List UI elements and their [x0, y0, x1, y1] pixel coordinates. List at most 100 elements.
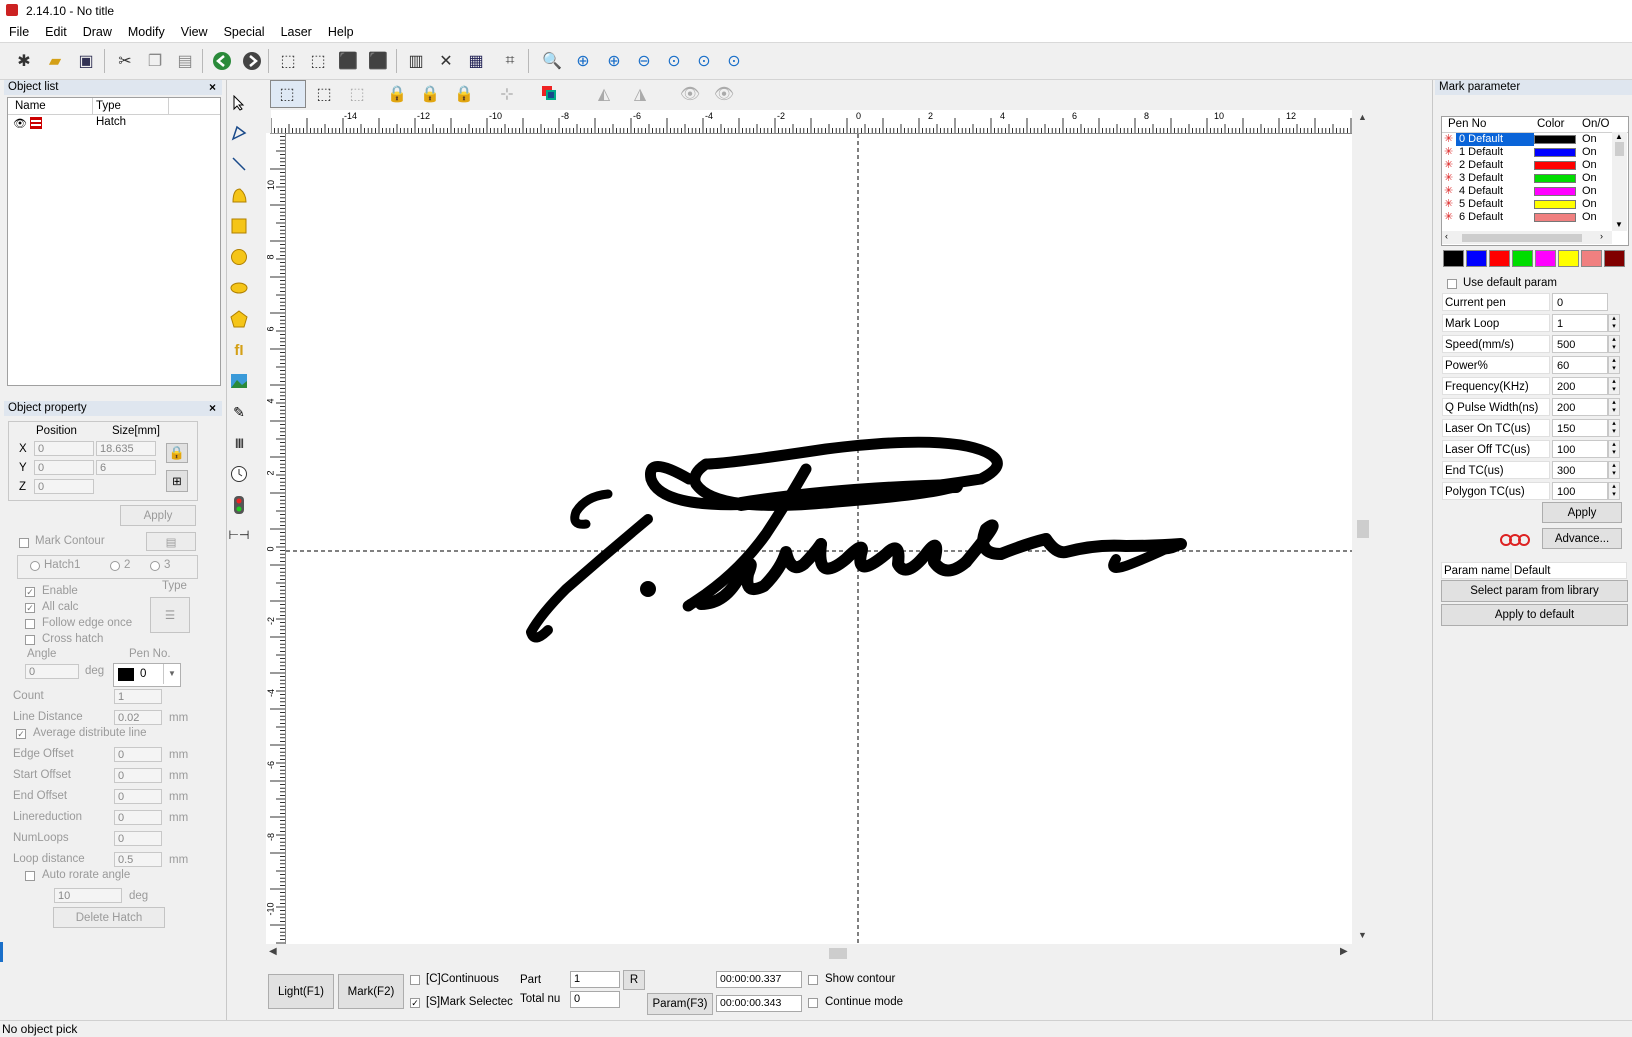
follow-edge-checkbox[interactable]	[25, 619, 35, 629]
use-default-param-checkbox[interactable]	[1447, 279, 1457, 289]
line-distance-field[interactable]: 0.02	[114, 710, 162, 725]
palette-color-swatch[interactable]	[1512, 250, 1533, 267]
lock-all-icon[interactable]: 🔒	[452, 82, 476, 106]
select-all-icon[interactable]: ⬛	[336, 49, 360, 73]
select-invert-icon[interactable]: ⬛	[366, 49, 390, 73]
lock-icon[interactable]: 🔒	[166, 443, 188, 463]
reset-part-button[interactable]: R	[623, 970, 645, 990]
curve-tool-icon[interactable]	[228, 184, 250, 206]
zoom-all-icon[interactable]: ⊙	[722, 49, 746, 73]
pen-row[interactable]: ✳ 0 Default On	[1442, 133, 1612, 146]
line-tool-icon[interactable]	[228, 153, 250, 175]
pen-row[interactable]: ✳ 1 Default On	[1442, 146, 1612, 159]
continue-mode-checkbox[interactable]	[808, 998, 818, 1008]
apply-param-button[interactable]: Apply	[1542, 502, 1622, 523]
horizontal-scrollbar[interactable]: ◀ ▶	[266, 945, 1354, 961]
continuous-checkbox[interactable]	[410, 975, 420, 985]
scroll-down-icon[interactable]: ▼	[1615, 220, 1623, 229]
select-nodes-icon[interactable]: ⬚	[312, 82, 336, 106]
palette-color-swatch[interactable]	[1581, 250, 1602, 267]
polygon-tool-icon[interactable]	[228, 308, 250, 330]
z-position-field[interactable]: 0	[34, 479, 94, 494]
open-icon[interactable]: ▰	[43, 49, 67, 73]
palette-color-swatch[interactable]	[1443, 250, 1464, 267]
edge-offset-field[interactable]: 0	[114, 747, 162, 762]
palette-color-swatch[interactable]	[1489, 250, 1510, 267]
pen-row[interactable]: ✳ 4 Default On	[1442, 185, 1612, 198]
spin-icon[interactable]: ▴ ▾	[1608, 398, 1620, 416]
menu-file[interactable]: File	[0, 22, 36, 39]
close-icon[interactable]: ×	[209, 401, 216, 416]
zoom-icon[interactable]: 🔍	[540, 49, 564, 73]
loop-distance-field[interactable]: 0.5	[114, 852, 162, 867]
scroll-up-icon[interactable]: ▲	[1358, 112, 1367, 122]
grid-icon[interactable]: ▦	[464, 49, 488, 73]
linereduction-field[interactable]: 0	[114, 810, 162, 825]
apply-to-default-button[interactable]: Apply to default	[1441, 604, 1628, 626]
show-contour-checkbox[interactable]	[808, 975, 818, 985]
param-button[interactable]: Param(F3)	[647, 993, 713, 1015]
menu-draw[interactable]: Draw	[74, 22, 119, 39]
menu-modify[interactable]: Modify	[119, 22, 172, 39]
origin-icon[interactable]: ⊹	[495, 82, 519, 106]
count-field[interactable]: 1	[114, 689, 162, 704]
drawing-canvas[interactable]	[286, 134, 1352, 944]
pen-color-icon[interactable]	[538, 82, 562, 106]
hatch3-radio[interactable]	[150, 561, 160, 571]
param-value-field[interactable]: 500	[1552, 335, 1608, 353]
pen-list-vscrollbar[interactable]: ▲ ▼	[1612, 132, 1627, 231]
select-param-button[interactable]: Select param from library	[1441, 580, 1628, 602]
advance-button[interactable]: Advance...	[1542, 528, 1622, 549]
copy-icon[interactable]: ❐	[143, 49, 167, 73]
spin-icon[interactable]: ▴ ▾	[1608, 419, 1620, 437]
hatch-icon[interactable]: ▥	[404, 49, 428, 73]
zoom-in-icon[interactable]: ⊕	[571, 49, 595, 73]
scroll-down-icon[interactable]: ▼	[1358, 930, 1367, 940]
palette-color-swatch[interactable]	[1604, 250, 1625, 267]
spin-icon[interactable]: ▴ ▾	[1608, 335, 1620, 353]
hatch2-radio[interactable]	[110, 561, 120, 571]
paste-icon[interactable]: ▤	[173, 49, 197, 73]
forward-icon[interactable]	[240, 49, 264, 73]
start-offset-field[interactable]: 0	[114, 768, 162, 783]
mirror-horizontal-icon[interactable]: ◭	[592, 82, 616, 106]
cut-icon[interactable]: ✂	[113, 49, 137, 73]
param-value-field[interactable]: 60	[1552, 356, 1608, 374]
clock-icon[interactable]	[228, 463, 250, 485]
scroll-right-icon[interactable]: ▶	[1340, 946, 1348, 957]
menu-laser[interactable]: Laser	[272, 22, 319, 39]
scroll-thumb[interactable]	[1357, 520, 1369, 538]
column-type[interactable]: Type	[96, 100, 121, 112]
scroll-right-icon[interactable]: ›	[1600, 231, 1603, 241]
spin-icon[interactable]: ▴ ▾	[1608, 440, 1620, 458]
vector-file-icon[interactable]: ✎	[228, 401, 250, 423]
scroll-thumb[interactable]	[1615, 142, 1624, 156]
select-center-icon[interactable]: ⬚	[345, 82, 369, 106]
auto-rotate-checkbox[interactable]	[25, 871, 35, 881]
column-color[interactable]: Color	[1537, 118, 1564, 130]
pen-row[interactable]: ✳ 3 Default On	[1442, 172, 1612, 185]
spin-icon[interactable]: ▴ ▾	[1608, 482, 1620, 500]
image-tool-icon[interactable]	[228, 370, 250, 392]
zoom-fit-icon[interactable]: ⊙	[662, 49, 686, 73]
io-port-icon[interactable]	[228, 494, 250, 516]
signature-hatch-object[interactable]	[526, 436, 1187, 643]
zoom-in-2-icon[interactable]: ⊕	[602, 49, 626, 73]
scroll-thumb[interactable]	[1462, 234, 1582, 242]
visible-eye-icon[interactable]: 👁	[13, 117, 27, 130]
scroll-left-icon[interactable]: ‹	[1445, 231, 1448, 241]
angle-field[interactable]: 0	[25, 664, 79, 679]
mark-contour-checkbox[interactable]	[19, 538, 29, 548]
select-node-icon[interactable]: ⬚	[276, 49, 300, 73]
tools-icon[interactable]: ✕	[434, 49, 458, 73]
circle-tool-icon[interactable]	[228, 246, 250, 268]
back-icon[interactable]	[210, 49, 234, 73]
part-field[interactable]: 1	[570, 971, 620, 988]
param-value-field[interactable]: 100	[1552, 440, 1608, 458]
menu-edit[interactable]: Edit	[36, 22, 74, 39]
pen-row[interactable]: ✳ 5 Default On	[1442, 198, 1612, 211]
delete-hatch-button[interactable]: Delete Hatch	[53, 907, 165, 928]
pen-no-select[interactable]: 0 ▼	[113, 663, 181, 687]
param-value-field[interactable]: 200	[1552, 398, 1608, 416]
scroll-up-icon[interactable]: ▲	[1615, 132, 1623, 141]
